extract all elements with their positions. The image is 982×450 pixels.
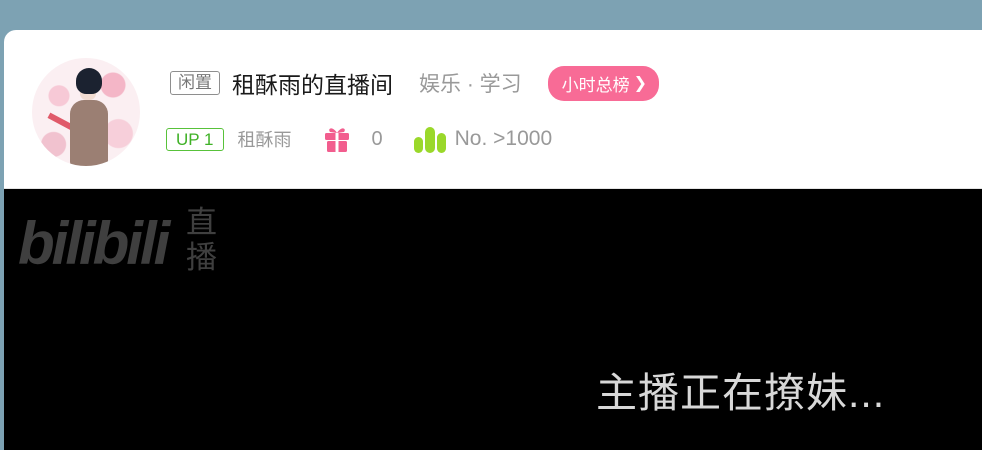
room-header: 闲置 租酥雨的直播间 娱乐 · 学习 小时总榜 ❯ UP 1 租酥雨 0 No.… xyxy=(4,30,982,189)
avatar-figure xyxy=(70,100,108,166)
live-wordmark: 直 播 xyxy=(186,205,217,275)
live-char-1: 直 xyxy=(186,205,217,240)
up-level-badge: UP 1 xyxy=(166,127,224,151)
area-link[interactable]: 娱乐 · 学习 xyxy=(419,68,522,98)
rank-text: No. >1000 xyxy=(454,127,553,150)
room-stats-row: UP 1 租酥雨 0 No. >1000 xyxy=(166,126,553,153)
room-title-row: 闲置 租酥雨的直播间 娱乐 · 学习 小时总榜 ❯ xyxy=(170,65,660,101)
gift-count: 0 xyxy=(371,127,383,150)
gift-icon xyxy=(324,128,349,152)
video-player[interactable]: bilibili 直 播 主播正在撩妹... xyxy=(4,189,982,450)
avatar-hair xyxy=(76,68,102,94)
status-tag: 闲置 xyxy=(170,71,220,95)
bilibili-wordmark: bilibili xyxy=(18,210,170,277)
chevron-right-icon: ❯ xyxy=(633,75,648,92)
streamer-avatar[interactable] xyxy=(32,58,140,166)
hourly-rank-button[interactable]: 小时总榜 ❯ xyxy=(547,65,660,101)
live-room-card: 闲置 租酥雨的直播间 娱乐 · 学习 小时总榜 ❯ UP 1 租酥雨 0 No.… xyxy=(4,30,982,450)
hourly-rank-label: 小时总榜 xyxy=(561,75,630,95)
offline-message: 主播正在撩妹... xyxy=(596,370,886,416)
live-char-2: 播 xyxy=(186,240,217,275)
streamer-name[interactable]: 租酥雨 xyxy=(238,126,292,152)
rank-bars-icon xyxy=(413,127,446,153)
room-title: 租酥雨的直播间 xyxy=(232,72,393,98)
